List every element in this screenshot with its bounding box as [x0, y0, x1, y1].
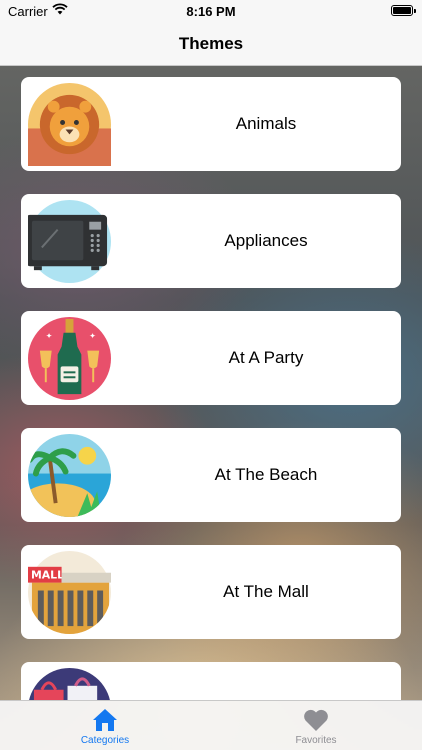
svg-text:✦: ✦ [46, 332, 53, 341]
svg-text:✦: ✦ [89, 332, 96, 341]
tab-categories[interactable]: Categories [35, 701, 175, 750]
clock: 8:16 PM [186, 4, 236, 19]
champagne-icon: ✦ ✦ [28, 317, 111, 400]
page-title: Themes [178, 34, 244, 53]
theme-label: At A Party [228, 348, 304, 367]
theme-card-at-the-mall[interactable]: MALL At The Mall [21, 545, 401, 639]
shopping-bags-icon [28, 668, 111, 700]
theme-card-appliances[interactable]: Appliances [21, 194, 401, 288]
heart-icon [246, 707, 386, 733]
theme-card-animals[interactable]: Animals [21, 77, 401, 171]
tab-label: Favorites [295, 735, 337, 746]
theme-list[interactable]: Animals Appliances ✦ ✦ At A Party At The… [0, 66, 422, 700]
navigation-bar: Themes [0, 22, 422, 66]
svg-text:MALL: MALL [31, 569, 64, 582]
theme-label [131, 662, 401, 700]
battery-icon [391, 5, 416, 16]
theme-label: Animals [235, 114, 297, 133]
lion-icon [28, 83, 111, 166]
tab-bar: Categories Favorites [0, 700, 422, 750]
theme-card-partial[interactable] [21, 662, 401, 700]
theme-card-at-a-party[interactable]: ✦ ✦ At A Party [21, 311, 401, 405]
mall-icon: MALL [28, 551, 111, 634]
theme-card-at-the-beach[interactable]: At The Beach [21, 428, 401, 522]
tab-favorites[interactable]: Favorites [246, 701, 386, 750]
status-bar: Carrier 8:16 PM [0, 0, 422, 22]
theme-label: At The Beach [214, 465, 318, 484]
beach-icon [28, 434, 111, 517]
theme-label: At The Mall [223, 582, 309, 601]
theme-label: Appliances [224, 231, 308, 250]
home-icon [35, 707, 175, 733]
microwave-icon [26, 200, 111, 283]
tab-label: Categories [80, 735, 130, 746]
